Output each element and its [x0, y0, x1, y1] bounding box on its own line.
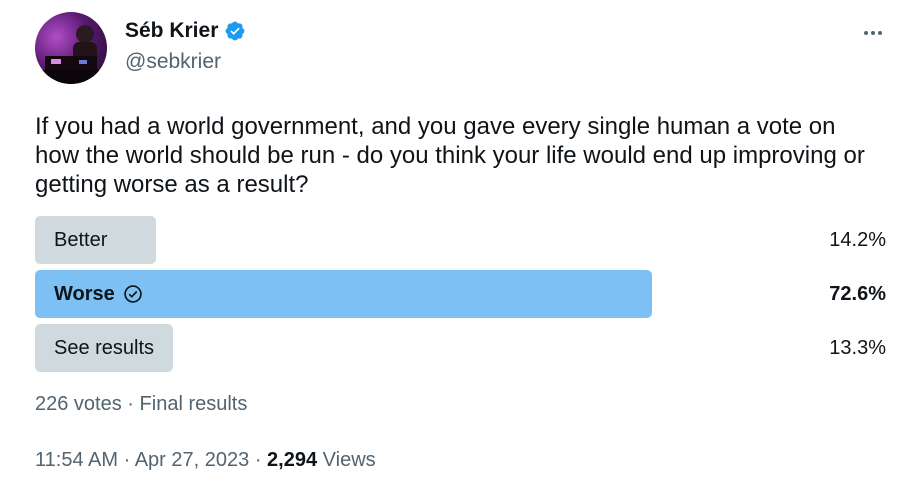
- poll-option-better: Better 14.2%: [35, 216, 886, 264]
- separator: ·: [123, 449, 131, 471]
- poll-option-label: See results: [54, 324, 154, 372]
- divider: [35, 437, 886, 438]
- separator: ·: [127, 393, 134, 415]
- poll-option-percent: 72.6%: [829, 282, 886, 305]
- poll-option-worse: Worse 72.6%: [35, 270, 886, 318]
- more-horizontal-icon-dot: [878, 31, 882, 35]
- tweet-time[interactable]: 11:54 AM: [35, 449, 118, 471]
- verified-badge-icon: [225, 21, 245, 41]
- poll-option-label: Better: [54, 216, 107, 264]
- more-options-button[interactable]: [858, 18, 888, 48]
- poll-option-percent: 14.2%: [829, 228, 886, 251]
- tweet-metadata: 11:54 AM · Apr 27, 2023 · 2,294 Views: [35, 447, 376, 473]
- poll-option-label-text: Better: [54, 228, 108, 251]
- author-name-row: Séb Krier: [125, 18, 246, 44]
- poll-summary: 226 votes · Final results: [35, 393, 247, 416]
- author-handle[interactable]: @sebkrier: [125, 49, 221, 75]
- poll-option-percent: 13.3%: [829, 336, 886, 359]
- separator: ·: [254, 449, 262, 471]
- poll-status: Final results: [139, 393, 248, 415]
- poll-option-label-text[interactable]: See results: [54, 337, 154, 360]
- poll-vote-count: 226 votes: [35, 393, 122, 415]
- poll-option-label-text: Worse: [54, 282, 115, 305]
- more-horizontal-icon: [864, 31, 868, 35]
- avatar-image: [35, 25, 107, 84]
- author-display-name[interactable]: Séb Krier: [125, 18, 218, 44]
- tweet-date[interactable]: Apr 27, 2023: [135, 449, 250, 471]
- more-horizontal-icon-dot: [871, 31, 875, 35]
- poll: Better 14.2% Worse 72.6% See results 13.…: [35, 216, 886, 378]
- check-circle-icon: [124, 285, 142, 303]
- poll-option-see-results[interactable]: See results 13.3%: [35, 324, 886, 372]
- views-label: Views: [322, 449, 376, 471]
- tweet-text: If you had a world government, and you g…: [35, 113, 865, 198]
- views-count: 2,294: [267, 449, 318, 471]
- poll-option-label: Worse: [54, 270, 143, 318]
- avatar[interactable]: [35, 12, 107, 84]
